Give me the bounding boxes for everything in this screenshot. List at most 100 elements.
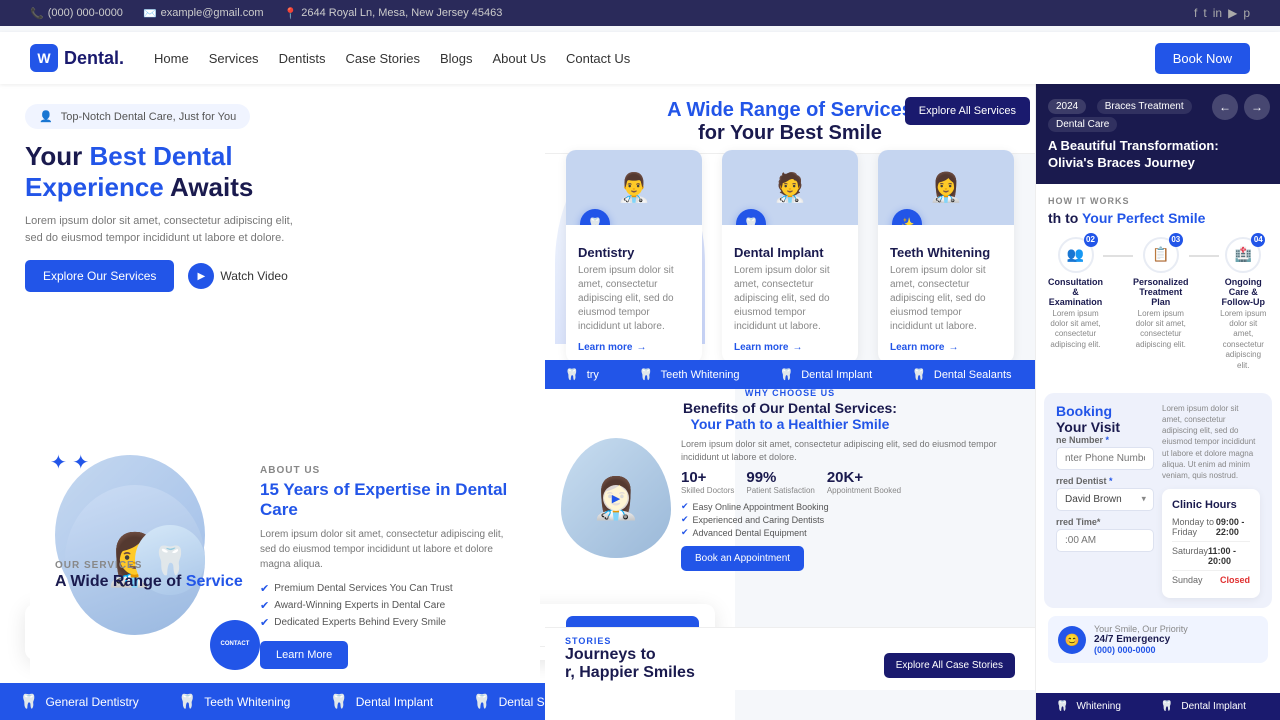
about-list-item: ✔Award-Winning Experts in Dental Care	[260, 599, 515, 612]
email-info: ✉️ example@gmail.com	[143, 7, 264, 20]
card-title-dentistry: Dentistry	[578, 245, 690, 260]
tooth-icon: 🦷	[473, 693, 490, 710]
booking-info-area: Lorem ipsum dolor sit amet, consectetur …	[1162, 403, 1260, 598]
play-button[interactable]: ▶	[603, 485, 629, 511]
booking-form: ne Number * rred Dentist * David Brown ▾…	[1056, 435, 1154, 552]
nav-services[interactable]: Services	[209, 51, 259, 66]
why-title-accent: Your Path to a Healthier Smile	[691, 416, 890, 432]
case-stories-section: STORIES Journeys to r, Happier Smiles Ex…	[545, 627, 1035, 690]
step-followup: 🏥 04 Ongoing Care & Follow-Up Lorem ipsu…	[1219, 237, 1268, 371]
stories-label: STORIES	[565, 636, 1015, 646]
hero-highlight: Best DentalExperience	[25, 141, 233, 202]
explore-all-button[interactable]: Explore All Services	[905, 97, 1030, 125]
benefits-content: Lorem ipsum dolor sit amet, consectetur …	[681, 438, 1019, 571]
benefit-item: ✔Experienced and Caring Dentists	[681, 514, 1019, 525]
nav-case-stories[interactable]: Case Stories	[346, 51, 420, 66]
why-title: Benefits of Our Dental Services: Your Pa…	[561, 400, 1019, 432]
transformation-arrows: ← →	[1212, 94, 1270, 120]
navbar: W Dental. Home Services Dentists Case St…	[0, 32, 1280, 84]
sparkle-icon: ✦ ✦	[50, 450, 89, 475]
tooth-icon: 🦷	[639, 368, 653, 381]
ticker-item: 🦷try	[545, 368, 619, 381]
stat-num-satisfaction: 99%	[746, 469, 814, 486]
step-num-2: 03	[1169, 233, 1183, 247]
book-now-button[interactable]: Book Now	[1155, 43, 1250, 74]
learn-more-whitening[interactable]: Learn more →	[890, 342, 1002, 353]
book-appointment-why-button[interactable]: Book an Appointment	[681, 546, 804, 571]
time-label: 09:00 - 22:00	[1216, 517, 1250, 537]
booking-description: Lorem ipsum dolor sit amet, consectetur …	[1162, 403, 1260, 481]
logo: W Dental.	[30, 44, 124, 72]
watch-video-button[interactable]: ▶ Watch Video	[188, 263, 287, 289]
about-list: ✔Premium Dental Services You Can Trust ✔…	[260, 582, 515, 629]
card-title-implant: Dental Implant	[734, 245, 846, 260]
prev-arrow-button[interactable]: ←	[1212, 94, 1238, 120]
nav-contact[interactable]: Contact Us	[566, 51, 630, 66]
ticker-item: 🦷Dental Sealants	[892, 368, 1031, 381]
main-nav: Home Services Dentists Case Stories Blog…	[154, 51, 1155, 66]
pinterest-link[interactable]: p	[1243, 6, 1250, 20]
learn-more-dentistry[interactable]: Learn more →	[578, 342, 690, 353]
tooth-icon: 🦷	[1056, 701, 1068, 712]
why-section: WHY CHOOSE US Benefits of Our Dental Ser…	[545, 378, 1035, 581]
preferred-time-field: rred Time*	[1056, 517, 1154, 552]
tooth-icon: 🦷	[179, 693, 196, 710]
email-icon: ✉️	[143, 7, 157, 20]
social-links[interactable]: f t in ▶ p	[1194, 6, 1250, 20]
dentist-field: rred Dentist * David Brown ▾	[1056, 476, 1154, 511]
hours-monday-friday: Monday to Friday 09:00 - 22:00	[1172, 517, 1250, 537]
dentist-select[interactable]: David Brown	[1056, 488, 1154, 511]
logo-icon: W	[30, 44, 58, 72]
card-image-dentistry: 👨‍⚕️ 🦷	[566, 150, 702, 225]
arrow-icon: →	[792, 342, 802, 353]
arrow-icon: →	[636, 342, 646, 353]
explore-services-button[interactable]: Explore Our Services	[25, 260, 174, 292]
card-image-implant: 🧑‍⚕️ 🦷	[722, 150, 858, 225]
explore-case-stories-button[interactable]: Explore All Case Stories	[884, 653, 1015, 678]
treatment-icon: 📋	[1152, 246, 1169, 263]
next-arrow-button[interactable]: →	[1244, 94, 1270, 120]
check-icon: ✔	[681, 501, 689, 512]
preferred-time-input[interactable]	[1056, 529, 1154, 552]
learn-more-button[interactable]: Learn More	[260, 641, 348, 669]
instagram-link[interactable]: in	[1213, 6, 1222, 20]
hero-badge: 👤 Top-Notch Dental Care, Just for You	[25, 104, 250, 129]
required-indicator: *	[1106, 435, 1110, 445]
benefits-image: 👩‍⚕️ ▶	[561, 438, 671, 558]
about-title: 15 Years of Expertise in Dental Care	[260, 480, 515, 521]
tooth-icon: 🦷	[330, 693, 347, 710]
ticker-item: 🦷Whitening	[1036, 701, 1141, 712]
badge-icon: 👤	[39, 110, 53, 123]
youtube-link[interactable]: ▶	[1228, 6, 1237, 20]
top-bar: 📞 (000) 000-0000 ✉️ example@gmail.com 📍 …	[0, 0, 1280, 26]
hours-saturday: Saturday 11:00 - 20:00	[1172, 546, 1250, 566]
service-cards-row: 👨‍⚕️ 🦷 Dentistry Lorem ipsum dolor sit a…	[548, 150, 1032, 363]
facebook-link[interactable]: f	[1194, 6, 1197, 20]
how-label: HOW IT WORKS	[1048, 196, 1268, 206]
ticker-item: 🦷Dental Implant	[760, 368, 893, 381]
logo-text: Dental.	[64, 48, 124, 69]
stat-label-appointments: Appointment Booked	[827, 486, 901, 495]
nav-about[interactable]: About Us	[492, 51, 545, 66]
hours-sunday: Sunday Closed	[1172, 575, 1250, 585]
emergency-badge: 😊 Your Smile, Our Priority 24/7 Emergenc…	[1048, 616, 1268, 663]
about-text: Lorem ipsum dolor sit amet, consectetur …	[260, 527, 515, 572]
nav-blogs[interactable]: Blogs	[440, 51, 473, 66]
nav-home[interactable]: Home	[154, 51, 189, 66]
step-num-3: 04	[1251, 233, 1265, 247]
followup-icon: 🏥	[1235, 246, 1252, 263]
learn-more-implant[interactable]: Learn more →	[734, 342, 846, 353]
phone-number-input[interactable]	[1056, 447, 1154, 470]
ticker-item: 🦷 Dental Implant	[310, 693, 453, 710]
tooth-icon: 🦷	[565, 368, 579, 381]
step-text-2: Lorem ipsum dolor sit amet, consectetur …	[1133, 309, 1189, 351]
right-ticker-bar: 🦷Whitening 🦷Dental Implant 🦷Dental Seala…	[1036, 693, 1280, 720]
nav-dentists[interactable]: Dentists	[279, 51, 326, 66]
ticker-item: 🦷Dental Implant	[1141, 701, 1266, 712]
clinic-hours-title: Clinic Hours	[1172, 499, 1250, 511]
benefit-item: ✔Easy Online Appointment Booking	[681, 501, 1019, 512]
step-text-1: Lorem ipsum dolor sit amet, consectetur …	[1048, 309, 1103, 351]
twitter-link[interactable]: t	[1203, 6, 1206, 20]
phone-number-label: ne Number *	[1056, 435, 1154, 445]
stat-doctors: 10+ Skilled Doctors	[681, 469, 734, 495]
